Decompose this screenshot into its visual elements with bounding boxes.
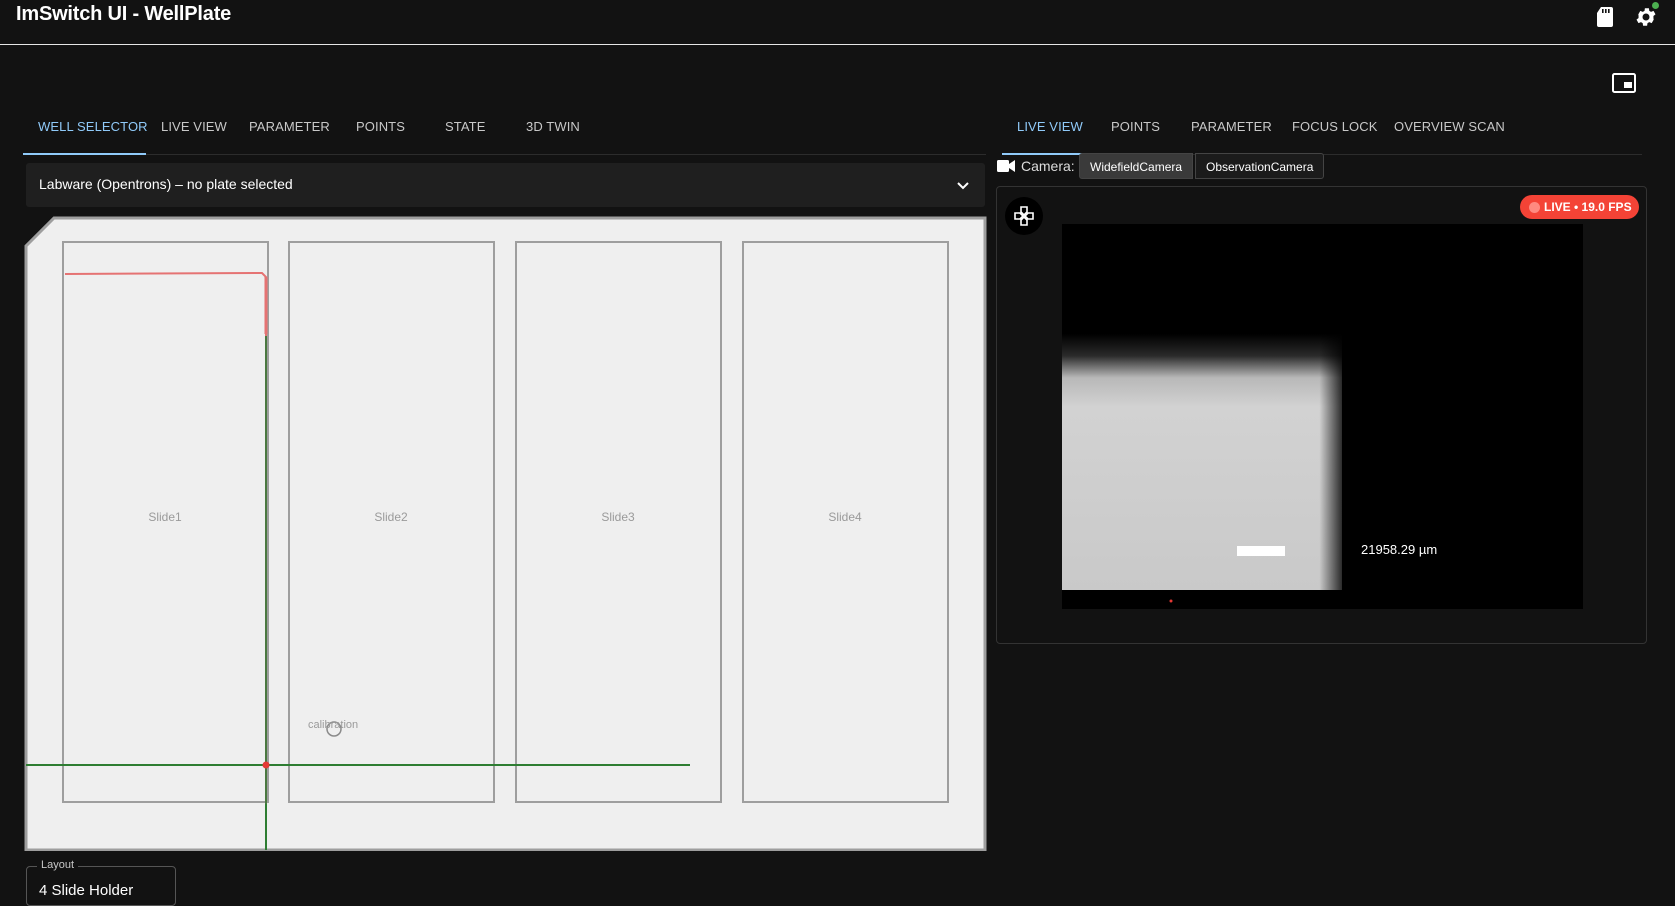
camera-image-svg[interactable] [1062, 224, 1583, 609]
tab-overview-scan[interactable]: OVERVIEW SCAN [1394, 110, 1505, 154]
tab-points[interactable]: POINTS [1111, 110, 1160, 154]
tab-live-view[interactable]: LIVE VIEW [161, 110, 227, 154]
status-dot [1652, 2, 1659, 9]
picture-in-picture-icon[interactable] [1612, 73, 1636, 93]
videocam-icon [997, 160, 1015, 172]
tab-indicator [23, 153, 146, 155]
tab-parameter[interactable]: PARAMETER [249, 110, 330, 154]
live-status-badge: LIVE • 19.0 FPS [1520, 195, 1639, 219]
tab-well-selector[interactable]: WELL SELECTOR [38, 110, 148, 154]
live-view-panel: LIVE • 19.0 FPS 21958.29 µm [996, 186, 1647, 644]
scale-bar-label: 21958.29 µm [1361, 542, 1438, 557]
gamepad-icon [1014, 206, 1034, 226]
slide-label: Slide2 [374, 510, 408, 524]
app-title: ImSwitch UI - WellPlate [16, 3, 232, 25]
scale-bar [1237, 546, 1285, 556]
tab-live-view[interactable]: LIVE VIEW [1017, 110, 1083, 154]
joystick-button[interactable] [1005, 197, 1043, 235]
sd-card-icon[interactable] [1593, 5, 1617, 29]
tab-3d-twin[interactable]: 3D TWIN [526, 110, 580, 154]
marker-dot [1169, 599, 1173, 603]
live-badge-text: LIVE • 19.0 FPS [1544, 200, 1632, 214]
position-dot [262, 761, 270, 769]
wellplate-canvas[interactable]: Slide1 Slide2 Slide3 Slide4 calibration [24, 214, 987, 852]
slide-label: Slide3 [601, 510, 635, 524]
chevron-down-icon [957, 182, 969, 190]
tab-indicator [1002, 153, 1090, 155]
plate-outline [24, 216, 987, 852]
camera-option-widefield[interactable]: WidefieldCamera [1079, 153, 1194, 179]
calibration-label: calibration [308, 719, 358, 731]
left-tab-bar: WELL SELECTOR LIVE VIEW PARAMETER POINTS… [23, 110, 986, 155]
slide-label: Slide1 [148, 510, 182, 524]
right-tab-bar: LIVE VIEW POINTS PARAMETER FOCUS LOCK OV… [1002, 110, 1642, 155]
slide-label: Slide4 [828, 510, 862, 524]
layout-select[interactable]: Layout 4 Slide Holder [26, 859, 176, 906]
live-dot [1529, 202, 1540, 213]
labware-accordion[interactable]: Labware (Opentrons) – no plate selected [26, 163, 985, 207]
wellplate-svg[interactable]: Slide1 Slide2 Slide3 Slide4 calibration [24, 214, 987, 852]
tab-focus-lock[interactable]: FOCUS LOCK [1292, 110, 1378, 154]
camera-label: Camera: [1021, 158, 1075, 174]
tab-points[interactable]: POINTS [356, 110, 405, 154]
camera-image[interactable]: 21958.29 µm [1062, 224, 1583, 609]
accordion-title: Labware (Opentrons) – no plate selected [39, 176, 293, 192]
tab-state[interactable]: STATE [445, 110, 485, 154]
layout-legend: Layout [37, 859, 79, 871]
camera-option-observation[interactable]: ObservationCamera [1195, 153, 1325, 179]
app-bar: ImSwitch UI - WellPlate [0, 0, 1675, 45]
tab-parameter[interactable]: PARAMETER [1191, 110, 1272, 154]
